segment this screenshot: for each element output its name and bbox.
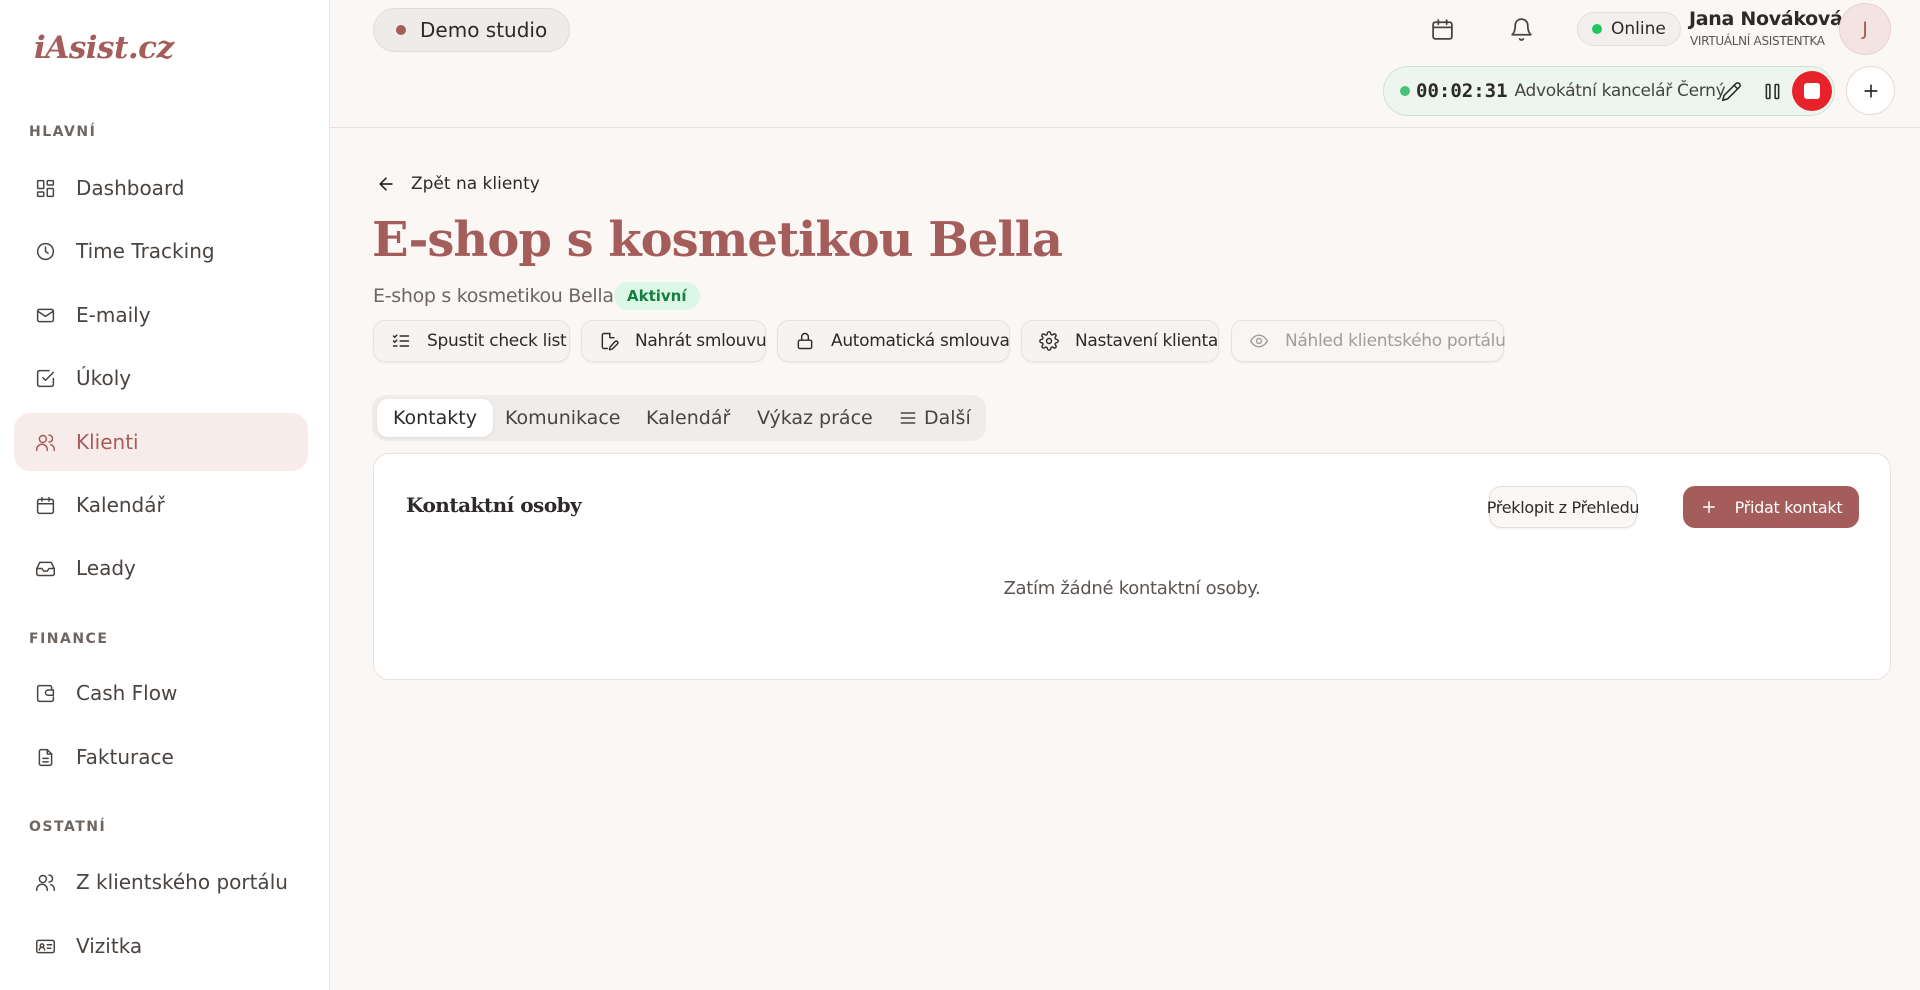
sidebar-item-business-card[interactable]: Vizitka [14, 917, 308, 975]
edit-icon[interactable] [1717, 77, 1745, 105]
tab-communication[interactable]: Komunikace [505, 399, 620, 437]
sidebar-item-calendar[interactable]: Kalendář [14, 476, 308, 534]
tab-more[interactable]: Další [898, 399, 971, 437]
button-label: Přidat kontakt [1734, 497, 1843, 517]
import-from-overview-button[interactable]: Překlopit z Přehledu [1487, 486, 1640, 528]
online-dot [1592, 24, 1602, 34]
studio-dot [396, 25, 406, 35]
sidebar-item-invoicing[interactable]: Fakturace [14, 728, 308, 786]
users-icon [34, 871, 56, 893]
action-label: Nahrát smlouvu [635, 331, 767, 351]
sidebar-item-emails[interactable]: E-maily [14, 286, 308, 344]
sidebar-item-label: Fakturace [76, 745, 174, 769]
checkbox-icon [34, 367, 56, 389]
stop-button[interactable] [1792, 71, 1832, 111]
action-label: Náhled klientského portálu [1285, 331, 1506, 351]
sidebar-item-time-tracking[interactable]: Time Tracking [14, 222, 308, 280]
sidebar: iAsist.cz HLAVNÍ Dashboard Time Tracking… [0, 0, 330, 990]
sidebar-item-label: E-maily [76, 303, 151, 327]
sidebar-item-label: Úkoly [76, 366, 132, 390]
sidebar-item-leads[interactable]: Leady [14, 539, 308, 597]
bell-icon[interactable] [1506, 14, 1536, 44]
sidebar-item-label: Leady [76, 556, 136, 580]
sidebar-item-label: Klienti [76, 430, 139, 454]
section-title-main: HLAVNÍ [29, 124, 97, 140]
clock-icon [34, 240, 56, 262]
top-header: Demo studio Online Jana Nováková VIRTUÁL… [330, 0, 1920, 128]
arrow-left-icon [379, 177, 393, 191]
sidebar-item-cash-flow[interactable]: Cash Flow [14, 664, 308, 722]
page-title: E-shop s kosmetikou Bella [372, 212, 1063, 268]
status-badge[interactable]: Online [1577, 12, 1681, 46]
tab-label: Další [924, 407, 971, 429]
upload-contract-button[interactable]: Nahrát smlouvu [581, 320, 767, 362]
tab-contacts[interactable]: Kontakty [377, 399, 493, 437]
lock-icon [797, 332, 813, 350]
calendar-icon [34, 494, 56, 516]
logo[interactable]: iAsist.cz [34, 30, 174, 66]
page-subtitle: E-shop s kosmetikou Bella [373, 285, 614, 307]
plus-icon [1863, 83, 1878, 98]
add-contact-button[interactable]: Přidat kontakt [1683, 486, 1859, 528]
mail-icon [34, 304, 56, 326]
run-checklist-button[interactable]: Spustit check list [373, 320, 570, 362]
timer-client[interactable]: Advokátní kancelář Černý [1515, 81, 1726, 101]
pause-icon[interactable] [1758, 77, 1786, 105]
timer-time: 00:02:31 [1416, 80, 1508, 102]
sidebar-item-dashboard[interactable]: Dashboard [14, 159, 308, 217]
studio-selector[interactable]: Demo studio [373, 8, 571, 52]
sidebar-item-label: Cash Flow [76, 681, 178, 705]
client-settings-button[interactable]: Nastavení klienta [1021, 320, 1219, 362]
sidebar-item-label: Kalendář [76, 493, 165, 517]
back-label: Zpět na klienty [411, 174, 540, 194]
user-role: VIRTUÁLNÍ ASISTENTKA [1690, 34, 1825, 48]
file-edit-icon [601, 332, 619, 351]
card-title: Kontaktní osoby [406, 493, 582, 517]
status-badge: Aktivní [614, 282, 700, 310]
sidebar-item-label: Vizitka [76, 934, 143, 958]
wallet-icon [34, 682, 56, 704]
plus-icon [1702, 501, 1715, 513]
contacts-card: Kontaktní osoby Překlopit z Přehledu Při… [373, 453, 1891, 680]
avatar[interactable]: J [1839, 3, 1891, 55]
checklist-icon [392, 334, 410, 347]
gear-icon [1039, 331, 1059, 351]
document-icon [34, 746, 56, 768]
section-title-finance: FINANCE [29, 631, 109, 647]
action-label: Spustit check list [427, 331, 567, 351]
sidebar-item-label: Time Tracking [76, 239, 215, 263]
tab-work-report[interactable]: Výkaz práce [757, 399, 873, 437]
action-label: Automatická smlouva [831, 331, 1010, 351]
stop-icon [1804, 83, 1820, 99]
action-label: Nastavení klienta [1075, 331, 1219, 351]
sidebar-item-clients[interactable]: Klienti [14, 413, 308, 471]
id-card-icon [34, 935, 56, 957]
users-icon [34, 431, 56, 453]
user-name: Jana Nováková [1689, 8, 1843, 30]
eye-icon [1249, 334, 1269, 348]
studio-label: Demo studio [420, 18, 548, 42]
status-label: Online [1611, 19, 1666, 39]
dashboard-icon [34, 177, 56, 199]
client-portal-preview-button[interactable]: Náhled klientského portálu [1231, 320, 1506, 362]
timer-running-dot [1400, 86, 1410, 96]
sidebar-item-label: Dashboard [76, 176, 185, 200]
automatic-contract-button[interactable]: Automatická smlouva [777, 320, 1010, 362]
client-tabs: Kontakty Komunikace Kalendář Výkaz práce… [372, 395, 986, 441]
sidebar-item-tasks[interactable]: Úkoly [14, 349, 308, 407]
empty-state-text: Zatím žádné kontaktní osoby. [1003, 578, 1261, 599]
menu-icon [900, 412, 916, 424]
section-title-other: OSTATNÍ [29, 819, 107, 835]
back-to-clients-link[interactable]: Zpět na klienty [376, 174, 540, 194]
tab-calendar[interactable]: Kalendář [646, 399, 730, 437]
sidebar-item-label: Z klientského portálu [76, 870, 288, 894]
add-button[interactable] [1846, 66, 1895, 115]
calendar-icon[interactable] [1427, 14, 1457, 44]
sidebar-item-client-portal[interactable]: Z klientského portálu [14, 853, 308, 911]
inbox-icon [34, 557, 56, 579]
time-tracker: 00:02:31 Advokátní kancelář Černý [1383, 66, 1835, 116]
